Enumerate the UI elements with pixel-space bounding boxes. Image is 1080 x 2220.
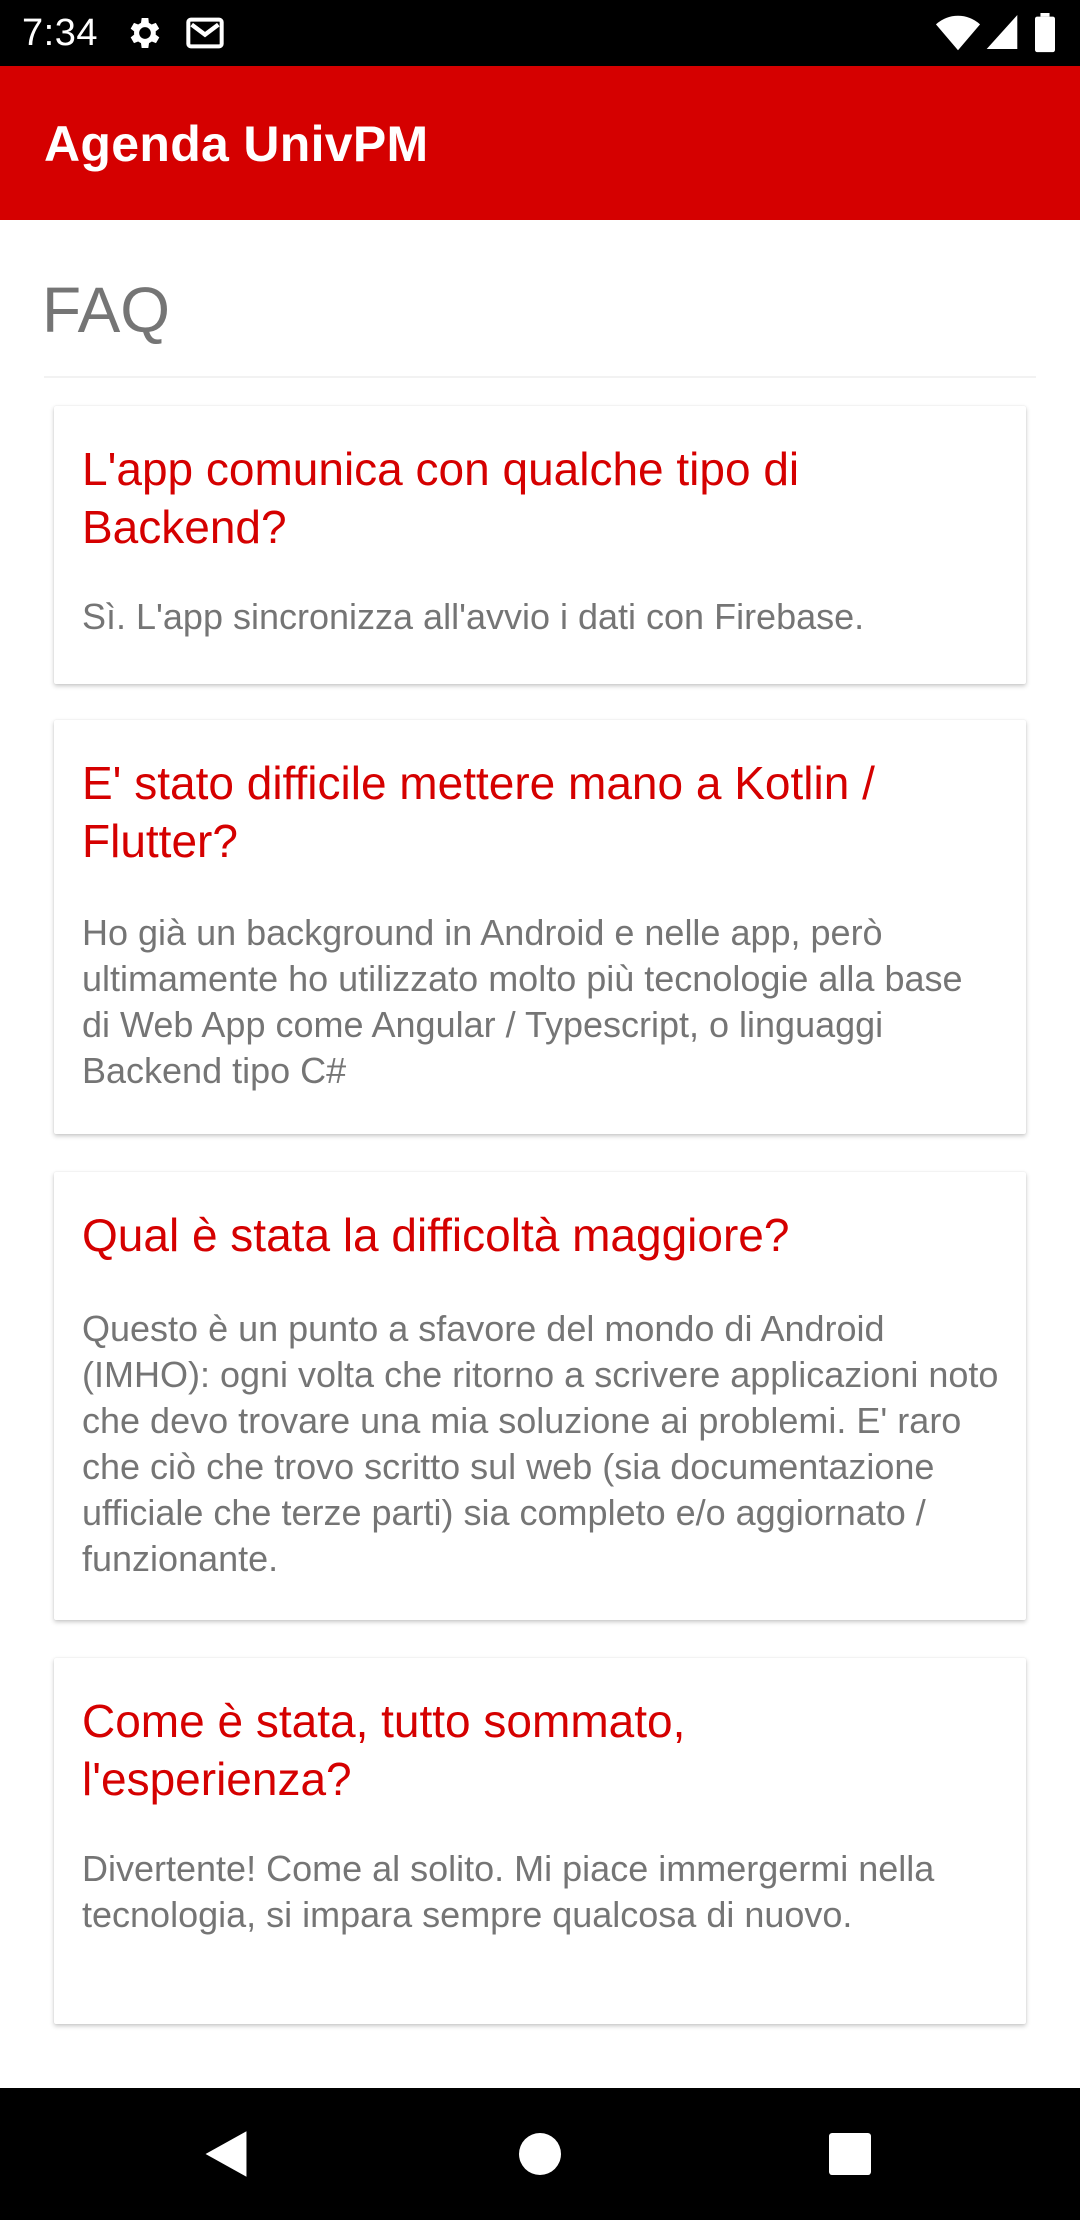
faq-answer: Sì. L'app sincronizza all'avvio i dati c…	[82, 596, 865, 637]
back-button[interactable]	[186, 2114, 266, 2194]
page-title: FAQ	[42, 274, 171, 346]
gmail-icon	[186, 17, 224, 49]
recents-icon	[829, 2133, 871, 2175]
faq-question: Come è stata, tutto sommato, l'esperienz…	[82, 1695, 686, 1805]
faq-question: L'app comunica con qualche tipo di Backe…	[82, 443, 800, 553]
home-button[interactable]	[500, 2114, 580, 2194]
app-bar: Agenda UnivPM	[0, 66, 1080, 220]
wifi-icon	[935, 15, 981, 51]
faq-answer: Questo è un punto a sfavore del mondo di…	[82, 1308, 999, 1579]
faq-question: E' stato difficile mettere mano a Kotlin…	[82, 757, 875, 867]
home-icon	[519, 2133, 561, 2175]
faq-answer: Ho già un background in Android e nelle …	[82, 912, 963, 1091]
faq-answer: Divertente! Come al solito. Mi piace imm…	[82, 1848, 935, 1935]
faq-question: Qual è stata la difficoltà maggiore?	[82, 1209, 790, 1261]
back-icon	[205, 2131, 247, 2177]
battery-icon	[1035, 13, 1055, 53]
faq-card-3[interactable]: Qual è stata la difficoltà maggiore? Que…	[54, 1172, 1026, 1620]
faq-content[interactable]: FAQ L'app comunica con qualche tipo di B…	[0, 220, 1080, 2088]
faq-card-1[interactable]: L'app comunica con qualche tipo di Backe…	[54, 406, 1026, 684]
recents-button[interactable]	[810, 2114, 890, 2194]
faq-card-2[interactable]: E' stato difficile mettere mano a Kotlin…	[54, 720, 1026, 1134]
navigation-bar	[0, 2088, 1080, 2220]
faq-card-4[interactable]: Come è stata, tutto sommato, l'esperienz…	[54, 1658, 1026, 2024]
status-time: 7:34	[22, 12, 98, 54]
app-title: Agenda UnivPM	[44, 116, 429, 172]
signal-icon	[986, 15, 1018, 49]
title-divider	[44, 376, 1036, 378]
gear-icon	[130, 18, 160, 48]
status-bar: 7:34	[0, 0, 1080, 66]
